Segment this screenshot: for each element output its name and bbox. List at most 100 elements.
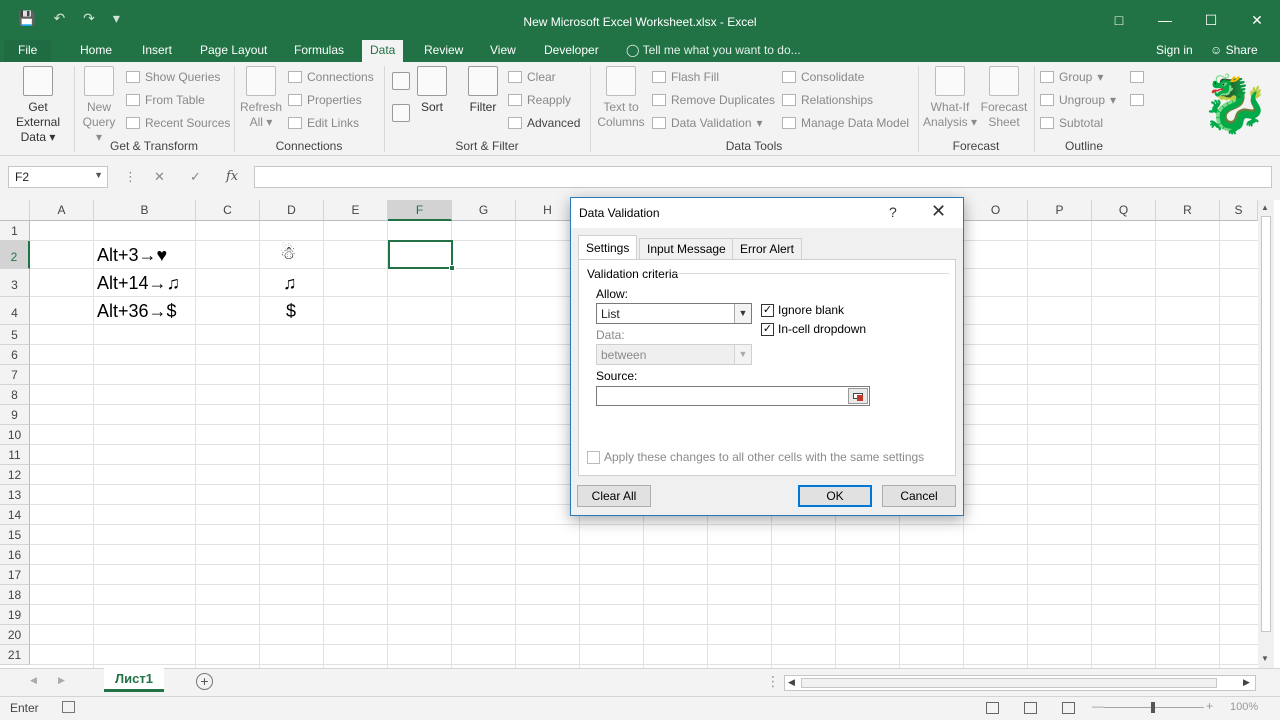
column-header[interactable]: G <box>452 200 516 221</box>
ignore-blank-checkbox[interactable]: ✓ Ignore blank <box>761 303 844 317</box>
scroll-left-icon[interactable]: ◀ <box>788 677 795 688</box>
row-header[interactable]: 7 <box>0 365 30 385</box>
row-header[interactable]: 17 <box>0 565 30 585</box>
tab-input-message[interactable]: Input Message <box>639 238 734 260</box>
row-header[interactable]: 13 <box>0 485 30 505</box>
horizontal-scrollbar[interactable]: ◀ ▶ <box>784 675 1256 691</box>
confirm-entry-icon[interactable]: ✓ <box>190 169 201 185</box>
chevron-down-icon[interactable]: ▼ <box>94 170 103 180</box>
row-header[interactable]: 6 <box>0 345 30 365</box>
cell-d4[interactable]: $ <box>286 301 296 322</box>
maximize-icon[interactable]: ☐ <box>1188 0 1234 40</box>
column-header[interactable]: E <box>324 200 388 221</box>
cell-d3[interactable]: ♫ <box>283 273 297 294</box>
minimize-icon[interactable]: — <box>1142 0 1188 40</box>
show-detail-button[interactable] <box>1130 68 1144 86</box>
tab-review[interactable]: Review <box>416 40 471 62</box>
tell-me-box[interactable]: ◯ Tell me what you want to do... <box>626 40 801 62</box>
column-header[interactable]: A <box>30 200 94 221</box>
row-header[interactable]: 3 <box>0 269 30 297</box>
in-cell-dropdown-checkbox[interactable]: ✓ In-cell dropdown <box>761 322 866 336</box>
tab-data[interactable]: Data <box>362 40 404 62</box>
ok-button[interactable]: OK <box>798 485 872 507</box>
ungroup-button[interactable]: Ungroup ▾ <box>1040 91 1116 109</box>
show-queries-button[interactable]: Show Queries <box>126 68 220 86</box>
sort-za-button[interactable] <box>390 104 412 126</box>
row-header[interactable]: 8 <box>0 385 30 405</box>
tab-settings[interactable]: Settings <box>578 235 638 260</box>
subtotal-button[interactable]: Subtotal <box>1040 114 1103 132</box>
range-selector-icon[interactable] <box>848 388 868 404</box>
help-icon[interactable]: ? <box>889 204 897 220</box>
recent-sources-button[interactable]: Recent Sources <box>126 114 230 132</box>
column-header[interactable]: P <box>1028 200 1092 221</box>
column-header[interactable]: C <box>196 200 260 221</box>
vertical-scroll-thumb[interactable] <box>1261 216 1271 632</box>
horizontal-scroll-thumb[interactable] <box>801 678 1217 688</box>
formula-input[interactable] <box>254 166 1272 188</box>
scroll-right-icon[interactable]: ▶ <box>1243 677 1250 688</box>
filter-button[interactable]: Filter <box>464 66 502 115</box>
sort-button[interactable]: Sort <box>414 66 450 115</box>
properties-button[interactable]: Properties <box>288 91 362 109</box>
column-header[interactable]: O <box>964 200 1028 221</box>
row-header[interactable]: 19 <box>0 605 30 625</box>
scroll-down-icon[interactable]: ▼ <box>1261 654 1269 663</box>
zoom-level[interactable]: 100% <box>1230 701 1258 713</box>
row-header[interactable]: 16 <box>0 545 30 565</box>
page-break-view-icon[interactable] <box>1062 702 1075 714</box>
sort-az-button[interactable] <box>390 72 412 94</box>
consolidate-button[interactable]: Consolidate <box>782 68 864 86</box>
close-icon[interactable]: ✕ <box>931 201 946 222</box>
source-input[interactable] <box>596 386 870 406</box>
group-button[interactable]: Group ▾ <box>1040 68 1103 86</box>
cancel-button[interactable]: Cancel <box>882 485 956 507</box>
column-header[interactable]: F <box>388 200 452 221</box>
cell-b3[interactable]: Alt+14→♫ <box>97 273 180 294</box>
row-header[interactable]: 2 <box>0 241 30 269</box>
cell-b2[interactable]: Alt+3→♥ <box>97 245 167 266</box>
row-header[interactable]: 5 <box>0 325 30 345</box>
advanced-filter-button[interactable]: Advanced <box>508 114 580 132</box>
macro-record-icon[interactable] <box>62 701 75 713</box>
column-header[interactable]: R <box>1156 200 1220 221</box>
row-header[interactable]: 14 <box>0 505 30 525</box>
page-layout-view-icon[interactable] <box>1024 702 1037 714</box>
share-button[interactable]: ☺ Share <box>1210 40 1258 62</box>
cell-b4[interactable]: Alt+36→$ <box>97 301 177 322</box>
vertical-scrollbar[interactable]: ▲ ▼ <box>1258 200 1274 668</box>
tab-home[interactable]: Home <box>72 40 120 62</box>
dialog-title-bar[interactable]: Data Validation ? ✕ <box>571 198 963 228</box>
sheet-next-icon[interactable]: ▶ <box>58 675 65 686</box>
chevron-down-icon[interactable]: ▼ <box>734 304 751 323</box>
sign-in-link[interactable]: Sign in <box>1156 40 1193 62</box>
refresh-all-button[interactable]: Refresh All ▾ <box>238 66 284 130</box>
manage-data-model-button[interactable]: Manage Data Model <box>782 114 909 132</box>
fill-handle[interactable] <box>449 265 455 271</box>
tab-error-alert[interactable]: Error Alert <box>732 238 803 260</box>
what-if-analysis-button[interactable]: What-If Analysis ▾ <box>922 66 978 130</box>
tab-view[interactable]: View <box>482 40 524 62</box>
tab-file[interactable]: File <box>4 40 52 62</box>
sheet-tab-active[interactable]: Лист1 <box>104 668 164 692</box>
cell-d2[interactable]: ☃ <box>280 243 296 264</box>
sheet-prev-icon[interactable]: ◀ <box>30 675 37 686</box>
clear-filter-button[interactable]: Clear <box>508 68 556 86</box>
row-header[interactable]: 15 <box>0 525 30 545</box>
scroll-up-icon[interactable]: ▲ <box>1261 203 1269 212</box>
data-validation-button[interactable]: Data Validation ▾ <box>652 114 763 132</box>
clear-all-button[interactable]: Clear All <box>577 485 651 507</box>
zoom-out-icon[interactable]: — <box>1092 699 1104 713</box>
hide-detail-button[interactable] <box>1130 91 1144 109</box>
row-header[interactable]: 1 <box>0 221 30 241</box>
edit-links-button[interactable]: Edit Links <box>288 114 359 132</box>
row-header[interactable]: 20 <box>0 625 30 645</box>
get-external-data-button[interactable]: Get External Data ▾ <box>6 66 70 145</box>
relationships-button[interactable]: Relationships <box>782 91 873 109</box>
name-box[interactable]: F2 ▼ <box>8 166 108 188</box>
new-sheet-icon[interactable]: + <box>196 673 213 690</box>
from-table-button[interactable]: From Table <box>126 91 205 109</box>
reapply-button[interactable]: Reapply <box>508 91 571 109</box>
new-query-button[interactable]: New Query ▾ <box>78 66 120 145</box>
row-header[interactable]: 21 <box>0 645 30 665</box>
